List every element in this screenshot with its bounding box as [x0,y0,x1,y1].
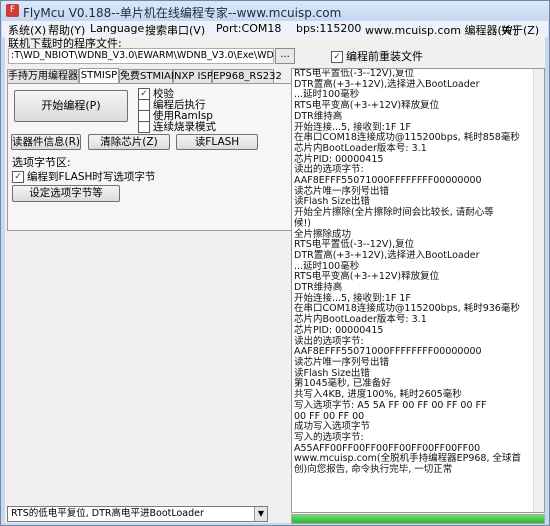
reload-check-icon: ✓ [331,51,343,63]
menu-language[interactable]: Language [90,22,144,35]
stmisp-panel: 开始编程(P) ✓ 校验 编程后执行 使用RamIsp 连续烧录模式 读器件信息(… [7,83,293,231]
log-line: 创)向您报告, 命令执行完毕, 一切正常 [294,464,453,476]
continuous-check-icon [138,121,150,133]
set-option-button[interactable]: 设定选项字节等 [12,185,120,202]
menu-search-port[interactable]: 搜索串口(V) [145,22,205,38]
file-path-field[interactable]: :T\WD_NBIOT\WDNB_V3.0\EWARM\WDNB_V3.0\Ex… [8,48,274,64]
menu-bps[interactable]: bps:115200 [296,22,361,35]
menu-port[interactable]: Port:COM18 [216,22,281,35]
log-line: 芯片PID: 00000415 [294,324,384,336]
progress-bar [291,514,545,524]
browse-button[interactable]: ... [275,48,295,64]
chevron-down-icon[interactable]: ▼ [254,507,267,521]
log-line: DTR维持高 [294,110,343,122]
reset-mode-value: RTS的低电平复位, DTR高电平进BootLoader [11,508,204,519]
reload-file-checkbox[interactable]: ✓ 编程前重装文件 [331,48,423,64]
continuous-label: 连续烧录模式 [153,121,216,133]
log-line: 写入选项字节: A5 5A FF 00 FF 00 FF 00 FF [294,399,487,411]
start-program-button[interactable]: 开始编程(P) [14,90,128,122]
tab-stmisp[interactable]: STMISP [79,68,119,83]
tab-strip: 手持万用编程器 STMISP 免费STMIAP NXP ISP EP968_RS… [7,68,291,83]
log-scrollbar[interactable] [533,69,544,512]
read-info-button[interactable]: 读器件信息(R) [11,134,81,150]
reset-mode-select[interactable]: RTS的低电平复位, DTR高电平进BootLoader ▼ [7,506,268,522]
write-option-check-icon: ✓ [12,171,24,183]
write-option-checkbox[interactable]: ✓ 编程到FLASH时写选项字节 [12,169,155,184]
menu-about[interactable]: 关于(Z) [501,22,539,38]
read-flash-button[interactable]: 读FLASH [176,134,258,150]
log-line: 候!) [294,217,312,229]
app-logo-icon: F [6,4,19,17]
reload-file-label: 编程前重装文件 [346,50,423,63]
tab-ep968[interactable]: EP968_RS232 [212,69,282,83]
window-title: FlyMcu V0.188--单片机在线编程专家--www.mcuisp.com [23,6,342,20]
continuous-checkbox[interactable]: 连续烧录模式 [138,119,216,134]
log-lines: RTS电平置低(-3--12V),复位 DTR置高(+3-+12V),选择进入Bo… [292,69,544,476]
log-line: 开始全片擦除(全片擦除时间会比较长, 请耐心等 [294,207,494,219]
log-line: 写入的选项字节: [294,431,364,443]
progress-fill [292,515,544,523]
write-option-label: 编程到FLASH时写选项字节 [27,171,156,183]
option-bytes-label: 选项字节区: [12,156,71,169]
tab-nxp-isp[interactable]: NXP ISP [173,69,213,83]
title-bar[interactable]: F FlyMcu V0.188--单片机在线编程专家--www.mcuisp.c… [1,1,549,21]
clear-chip-button[interactable]: 清除芯片(Z) [88,134,170,150]
output-log[interactable]: RTS电平置低(-3--12V),复位 DTR置高(+3-+12V),选择进入Bo… [291,68,545,513]
app-window: F FlyMcu V0.188--单片机在线编程专家--www.mcuisp.c… [0,0,550,526]
menu-programmer[interactable]: www.mcuisp.com 编程器(W) [365,22,517,38]
main-client-area: 联机下载时的程序文件: :T\WD_NBIOT\WDNB_V3.0\EWARM\… [5,37,545,524]
tab-handheld[interactable]: 手持万用编程器 [7,69,79,83]
tab-stmiap[interactable]: 免费STMIAP [119,69,177,83]
